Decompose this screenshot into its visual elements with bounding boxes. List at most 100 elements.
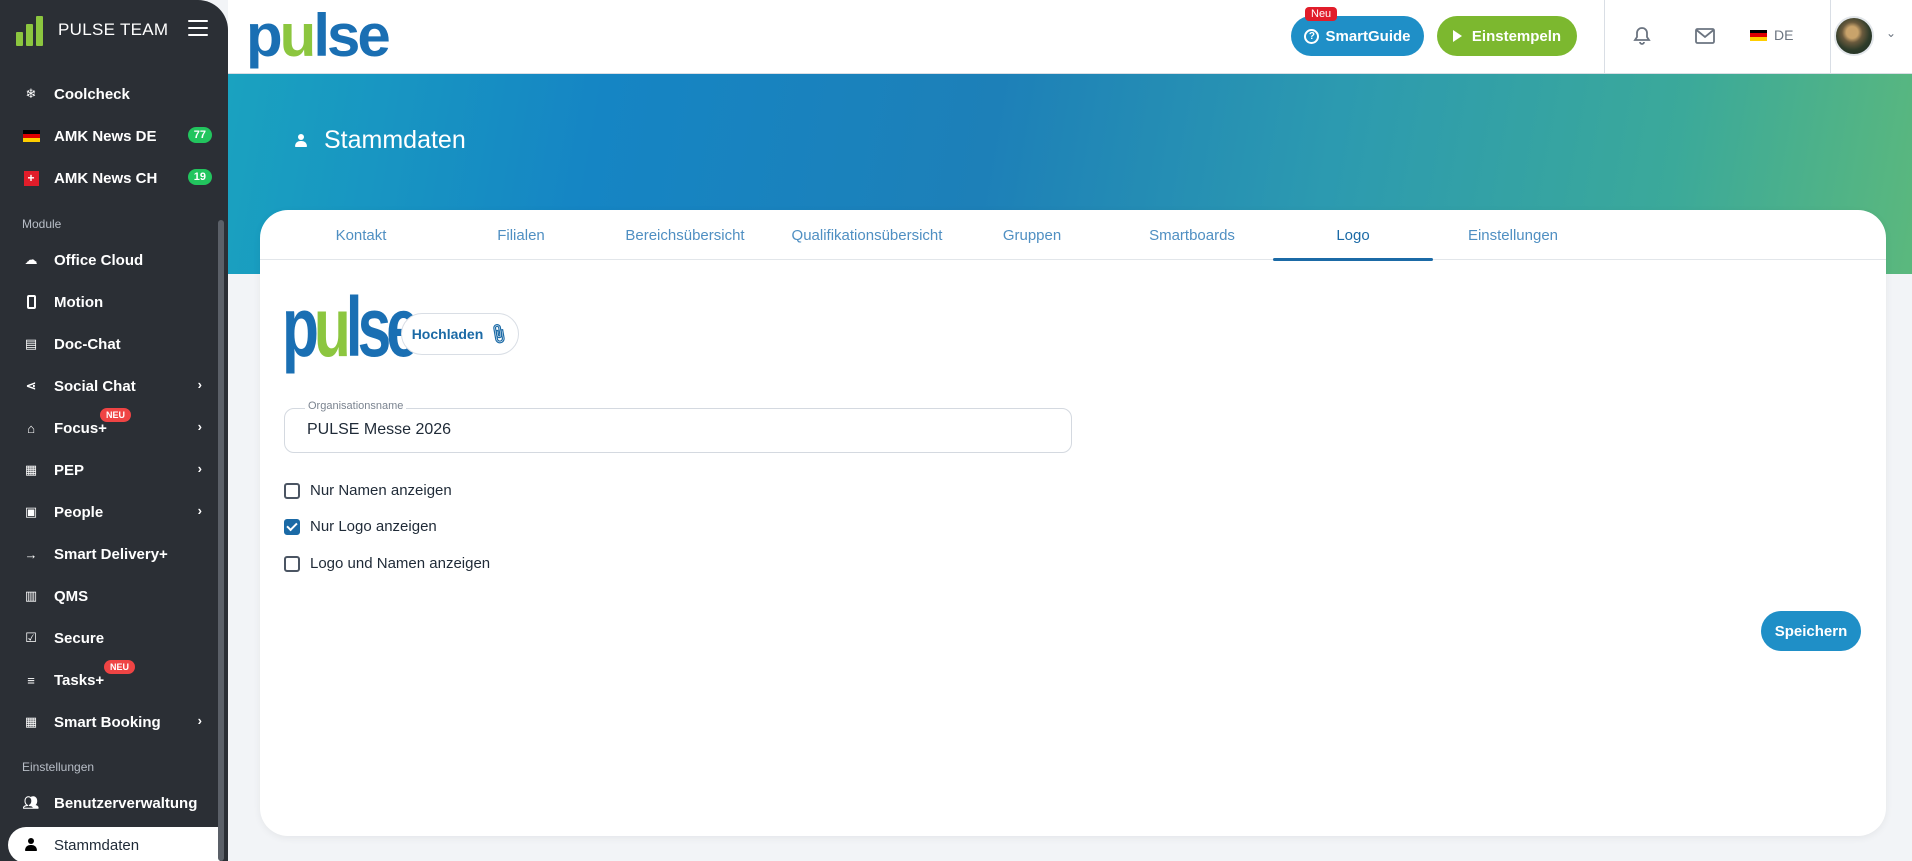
chevron-right-icon: › [197, 377, 202, 392]
tab-logo[interactable]: Logo [1273, 210, 1433, 261]
graduation-cap-icon: ⌂ [27, 420, 35, 436]
chevron-right-icon: › [197, 419, 202, 434]
sidebar-item-secure[interactable]: ☑ Secure [0, 620, 220, 656]
sidebar-item-people[interactable]: ▣ People › [0, 494, 220, 530]
sidebar-item-social-chat[interactable]: ⋖ Social Chat › [0, 368, 220, 404]
sidebar-item-label: AMK News DE [54, 127, 157, 145]
organisation-name-input[interactable] [307, 419, 1047, 441]
divider [1830, 0, 1831, 74]
menu-toggle-icon[interactable] [188, 20, 208, 36]
share-icon: ⋖ [25, 378, 37, 393]
option-only-logo[interactable]: Nur Logo anzeigen [284, 518, 437, 535]
flag-de-icon [1750, 29, 1767, 41]
new-badge: NEU [100, 408, 132, 422]
chat-icon: ▤ [24, 336, 38, 351]
sidebar-item-motion[interactable]: Motion [0, 284, 220, 320]
pulse-bars-icon [16, 14, 48, 46]
sidebar-item-tasks[interactable]: ≡ Tasks+ NEU [0, 660, 220, 698]
paperclip-icon: 📎︎ [485, 321, 512, 347]
upload-button[interactable]: Hochladen 📎︎ [401, 313, 519, 355]
language-selector[interactable]: DE [1750, 27, 1793, 43]
sidebar-item-smart-delivery[interactable]: → Smart Delivery+ [0, 536, 220, 572]
flag-de-icon [22, 127, 40, 145]
option-logo-and-name[interactable]: Logo und Namen anzeigen [284, 555, 490, 572]
mail-icon[interactable] [1693, 24, 1717, 48]
checkbox-icon: ☑ [25, 630, 37, 645]
pulse-logo[interactable]: pulse [246, 6, 391, 66]
option-label: Nur Namen anzeigen [310, 482, 452, 499]
option-label: Nur Logo anzeigen [310, 518, 437, 535]
sidebar-item-label: Benutzerverwaltung [54, 794, 198, 812]
sidebar-item-label: Focus+ [54, 419, 107, 437]
sidebar-item-label: People [54, 503, 104, 521]
users-icon: 👥︎ [22, 795, 40, 810]
phone-icon [22, 293, 40, 311]
einstempeln-button[interactable]: Einstempeln [1437, 16, 1577, 56]
help-icon: ? [1304, 28, 1320, 44]
tab-bereichsuebersicht[interactable]: Bereichsübersicht [605, 210, 765, 260]
divider [1604, 0, 1605, 74]
page-title: Stammdaten [294, 126, 466, 155]
sidebar-item-amk-news-ch[interactable]: + AMK News CH 19 [0, 160, 220, 196]
count-badge: 77 [187, 127, 212, 143]
person-icon [294, 133, 308, 148]
save-button[interactable]: Speichern [1761, 611, 1861, 651]
organisation-logo: pulse [282, 285, 420, 369]
sidebar-item-label: Smart Delivery+ [54, 545, 168, 563]
sidebar-item-label: Doc-Chat [54, 335, 121, 353]
sidebar-item-pep[interactable]: ▦ PEP › [0, 452, 220, 488]
checkbox[interactable] [284, 482, 300, 499]
tab-qualifikationsuebersicht[interactable]: Qualifikationsübersicht [772, 210, 962, 260]
chevron-right-icon: › [197, 503, 202, 518]
id-card-icon: ▣ [24, 504, 38, 519]
bell-icon[interactable] [1630, 24, 1654, 48]
sidebar-item-smart-booking[interactable]: ▦ Smart Booking › [0, 704, 220, 740]
play-icon [1452, 30, 1462, 42]
option-only-name[interactable]: Nur Namen anzeigen [284, 482, 452, 499]
sidebar-item-label: Social Chat [54, 377, 136, 395]
sidebar-item-benutzerverwaltung[interactable]: 👥︎ Benutzerverwaltung [0, 785, 220, 821]
chevron-right-icon: › [197, 713, 202, 728]
person-icon [22, 836, 40, 854]
sidebar-item-label: Smart Booking [54, 713, 161, 731]
brand-name: PULSE TEAM [58, 20, 169, 39]
checkbox-checked[interactable] [284, 518, 300, 535]
tab-einstellungen[interactable]: Einstellungen [1433, 210, 1593, 260]
section-title-einstellungen: Einstellungen [22, 760, 95, 774]
sidebar-item-doc-chat[interactable]: ▤ Doc-Chat [0, 326, 220, 362]
sidebar-item-label: Motion [54, 293, 104, 311]
sidebar-item-focus[interactable]: ⌂ Focus+ NEU › [0, 408, 220, 446]
organisation-name-label: Organisationsname [305, 400, 407, 412]
organisation-name-field: Organisationsname [284, 400, 1072, 453]
list-icon: ≡ [27, 672, 35, 688]
tab-gruppen[interactable]: Gruppen [952, 210, 1112, 260]
avatar[interactable] [1834, 16, 1874, 56]
sidebar-item-label: AMK News CH [54, 169, 158, 187]
sidebar-item-stammdaten[interactable]: Stammdaten [8, 827, 220, 861]
content-card: Kontakt Filialen Bereichsübersicht Quali… [260, 210, 1886, 836]
option-label: Logo und Namen anzeigen [310, 555, 491, 572]
snowflake-icon: ❄ [25, 86, 37, 101]
checkbox[interactable] [284, 555, 300, 572]
sidebar-item-label: Tasks+ [54, 671, 105, 689]
sidebar-item-qms[interactable]: ▥ QMS [0, 578, 220, 614]
new-tag: Neu [1305, 7, 1338, 21]
count-badge: 19 [187, 169, 212, 185]
logo-text-u: u [279, 2, 317, 69]
einstempeln-label: Einstempeln [1471, 27, 1562, 45]
logo-text-lse: lse [313, 2, 390, 69]
sidebar-item-amk-news-de[interactable]: AMK News DE 77 [0, 118, 220, 154]
topbar: pulse ? SmartGuide Neu Einstempeln DE ⌄ [228, 0, 1912, 74]
sidebar-scrollbar[interactable] [218, 220, 224, 861]
language-code: DE [1774, 27, 1794, 43]
tab-kontakt[interactable]: Kontakt [281, 210, 441, 260]
sidebar-item-office-cloud[interactable]: ☁ Office Cloud [0, 242, 220, 278]
new-badge: NEU [104, 660, 136, 674]
tab-filialen[interactable]: Filialen [441, 210, 601, 260]
chevron-down-icon[interactable]: ⌄ [1886, 26, 1896, 40]
sidebar-item-coolcheck[interactable]: ❄ Coolcheck [0, 76, 220, 112]
smartguide-button[interactable]: ? SmartGuide [1291, 16, 1424, 56]
sidebar-item-label: Coolcheck [54, 85, 130, 103]
calendar-icon: ▦ [24, 714, 38, 729]
tab-smartboards[interactable]: Smartboards [1112, 210, 1272, 260]
